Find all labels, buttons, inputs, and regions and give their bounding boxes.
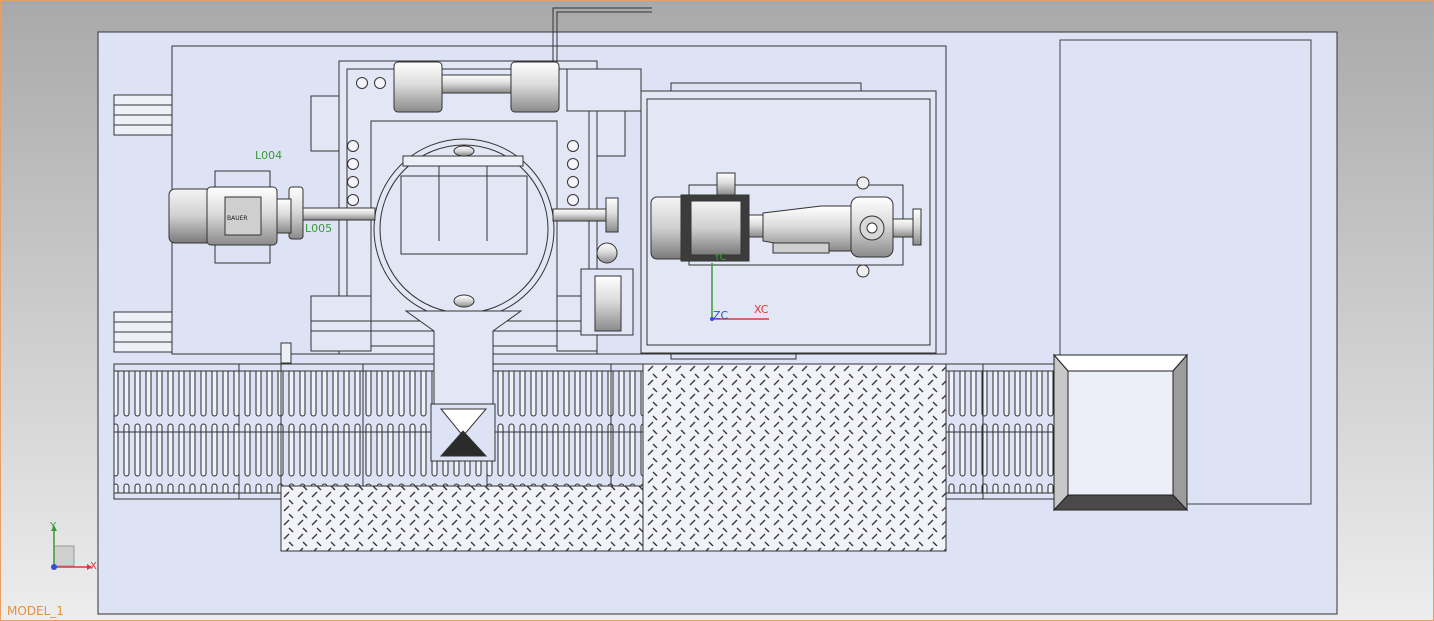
wcs-y-label: YC — [714, 252, 727, 263]
view-triad — [51, 525, 92, 570]
top-cylinders — [393, 61, 642, 113]
motor-nameplate: BAUER — [227, 215, 248, 222]
annotation-l005: L005 — [305, 222, 333, 235]
annotation-l004: L004 — [255, 149, 283, 162]
wcs-z-label: ZC — [713, 309, 729, 322]
triad-y-label: Y — [50, 521, 57, 532]
triad-x-label: X — [90, 561, 97, 572]
hopper-box — [1052, 353, 1189, 512]
model-name-label: MODEL_1 — [7, 604, 64, 618]
cad-graphics-window[interactable]: BAUER L004 L005 YC ZC XC Y X MODEL_1 — [0, 0, 1434, 621]
wcs-x-label: XC — [754, 303, 769, 316]
